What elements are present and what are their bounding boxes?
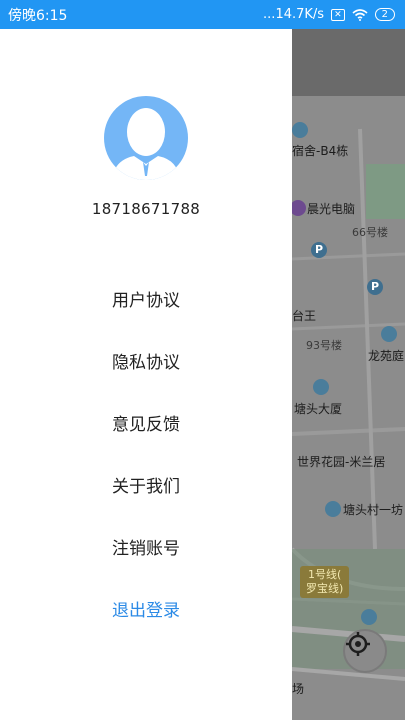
logout-button[interactable]: 退出登录 [0, 580, 292, 642]
network-speed: ...14.7K/s [263, 7, 325, 22]
metro-line-label: 1号线( 罗宝线) [300, 566, 350, 598]
map-poi-icon[interactable] [381, 326, 397, 342]
map-poi-icon[interactable] [313, 379, 329, 395]
map-label: 66号楼 [352, 226, 388, 239]
sim-x-icon: ✕ [331, 8, 345, 21]
user-phone: 18718671788 [91, 200, 201, 218]
status-time: 傍晚6:15 [8, 7, 68, 24]
map-label: 宿舍-B4栋 [292, 144, 349, 158]
parking-icon[interactable]: P [367, 279, 383, 295]
bus-stop-icon[interactable] [361, 609, 377, 625]
menu-item-delete-account[interactable]: 注销账号 [0, 518, 292, 580]
map-label: 塘头村一坊 [343, 503, 404, 517]
map-poi-icon[interactable] [292, 122, 308, 138]
map-label: 场 [292, 682, 305, 696]
status-bar: 傍晚6:15 ...14.7K/s ✕ 2 [0, 0, 405, 29]
metro-line-number: 1号线( [308, 568, 342, 581]
menu-item-about-us[interactable]: 关于我们 [0, 456, 292, 518]
menu-item-privacy-policy[interactable]: 隐私协议 [0, 332, 292, 394]
drawer-menu: 用户协议 隐私协议 意见反馈 关于我们 注销账号 退出登录 [0, 270, 292, 642]
wifi-icon [352, 8, 368, 21]
menu-item-user-agreement[interactable]: 用户协议 [0, 270, 292, 332]
map-label: 晨光电脑 [307, 202, 356, 216]
locate-button[interactable] [343, 629, 387, 673]
map-label: 世界花园-米兰居 [297, 455, 386, 469]
map-label: 龙苑庭 [368, 349, 405, 363]
battery-icon: 2 [374, 8, 395, 21]
crosshair-icon [346, 632, 370, 656]
parking-icon[interactable]: P [311, 242, 327, 258]
menu-item-feedback[interactable]: 意见反馈 [0, 394, 292, 456]
navigation-drawer: 18718671788 用户协议 隐私协议 意见反馈 关于我们 注销账号 退出登… [0, 29, 292, 720]
map-label: 93号楼 [306, 339, 342, 352]
map-label: 塘头大厦 [294, 402, 343, 416]
metro-line-name: 罗宝线) [306, 582, 344, 595]
avatar[interactable] [104, 96, 188, 180]
map-poi-icon[interactable] [325, 501, 341, 517]
map-poi-icon[interactable] [290, 200, 306, 216]
user-avatar-icon [112, 108, 180, 180]
map-label: 台王 [292, 309, 317, 323]
status-icons: ...14.7K/s ✕ 2 [263, 7, 395, 22]
